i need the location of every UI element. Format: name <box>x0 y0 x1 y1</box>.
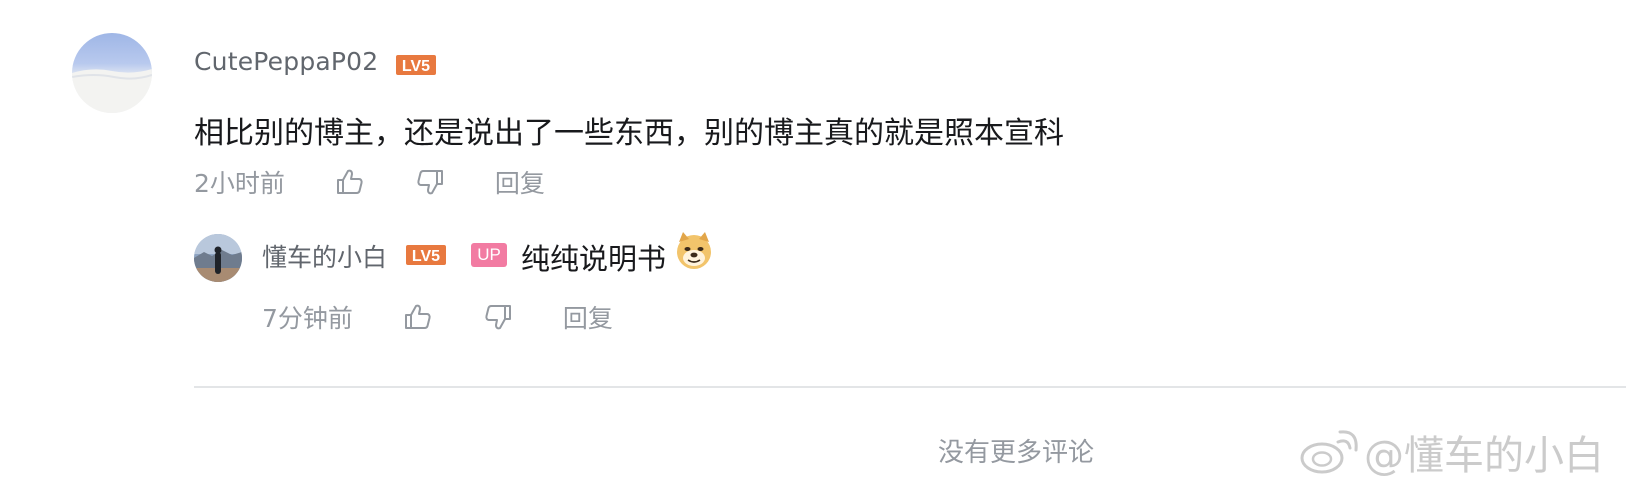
commenter-username[interactable]: CutePeppaP02 <box>194 47 378 76</box>
comment-text: 相比别的博主，还是说出了一些东西，别的博主真的就是照本宣科 <box>194 116 1064 151</box>
level-badge: LV5 <box>406 245 446 269</box>
svg-text:LV5: LV5 <box>402 58 430 75</box>
comment-actions: 2小时前 回复 <box>194 164 545 200</box>
like-button[interactable] <box>399 299 435 335</box>
like-button[interactable] <box>331 164 367 200</box>
reply-text: 纯纯说明书 <box>521 242 667 276</box>
svg-text:LV5: LV5 <box>412 248 440 265</box>
dislike-icon <box>485 305 511 330</box>
level-5-icon: LV5 <box>406 245 446 265</box>
level-badge: LV5 <box>396 55 436 79</box>
up-badge: UP <box>471 243 507 267</box>
like-icon <box>336 169 363 194</box>
reply-button[interactable]: 回复 <box>495 164 545 200</box>
reply-time: 7分钟前 <box>262 304 353 333</box>
replier-username[interactable]: 懂车的小白 <box>262 238 387 274</box>
like-icon <box>404 304 431 329</box>
dislike-button[interactable] <box>481 299 517 335</box>
reply-button[interactable]: 回复 <box>563 299 613 335</box>
weibo-icon <box>1300 430 1358 474</box>
reply-actions: 7分钟前 回复 <box>262 299 613 335</box>
divider <box>194 386 1626 388</box>
replier-avatar[interactable] <box>194 234 242 282</box>
dislike-icon <box>417 170 443 195</box>
watermark: @懂车的小白 <box>1298 423 1604 481</box>
dislike-button[interactable] <box>413 164 449 200</box>
doge-emoji-icon <box>674 230 714 270</box>
no-more-comments: 没有更多评论 <box>938 438 1095 468</box>
commenter-avatar[interactable] <box>72 33 152 113</box>
watermark-text: @懂车的小白 <box>1364 433 1604 479</box>
level-5-icon: LV5 <box>396 55 436 75</box>
comment-time: 2小时前 <box>194 169 285 198</box>
